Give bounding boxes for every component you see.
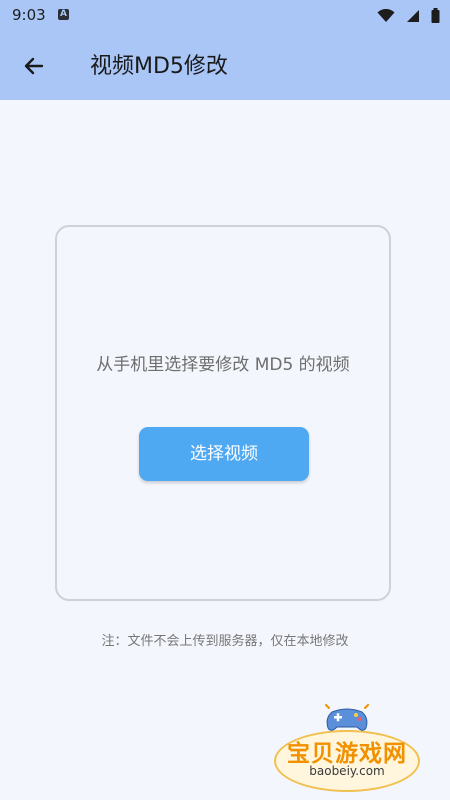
battery-icon: [431, 8, 440, 27]
gamepad-icon: [324, 704, 370, 738]
status-time: 9:03: [12, 6, 46, 24]
arrow-left-icon: [24, 57, 44, 75]
watermark-url: baobeiy.com: [309, 764, 385, 778]
status-bar: 9:03 A: [0, 0, 450, 32]
select-prompt: 从手机里选择要修改 MD5 的视频: [96, 355, 350, 375]
status-icons: [371, 7, 440, 25]
page-title: 视频MD5修改: [90, 54, 228, 79]
video-select-card: 从手机里选择要修改 MD5 的视频 选择视频: [55, 225, 391, 601]
app-header: 9:03 A 视频MD5修改: [0, 0, 450, 100]
wifi-icon: [377, 8, 395, 27]
signal-icon: [406, 8, 420, 27]
notification-icon: A: [58, 9, 69, 20]
privacy-note: 注：文件不会上传到服务器，仅在本地修改: [101, 634, 349, 649]
back-button[interactable]: [18, 50, 50, 82]
watermark-title: 宝贝游戏网: [287, 741, 407, 767]
watermark-logo: 宝贝游戏网 baobeiy.com: [272, 700, 422, 792]
select-video-button[interactable]: 选择视频: [139, 427, 309, 481]
